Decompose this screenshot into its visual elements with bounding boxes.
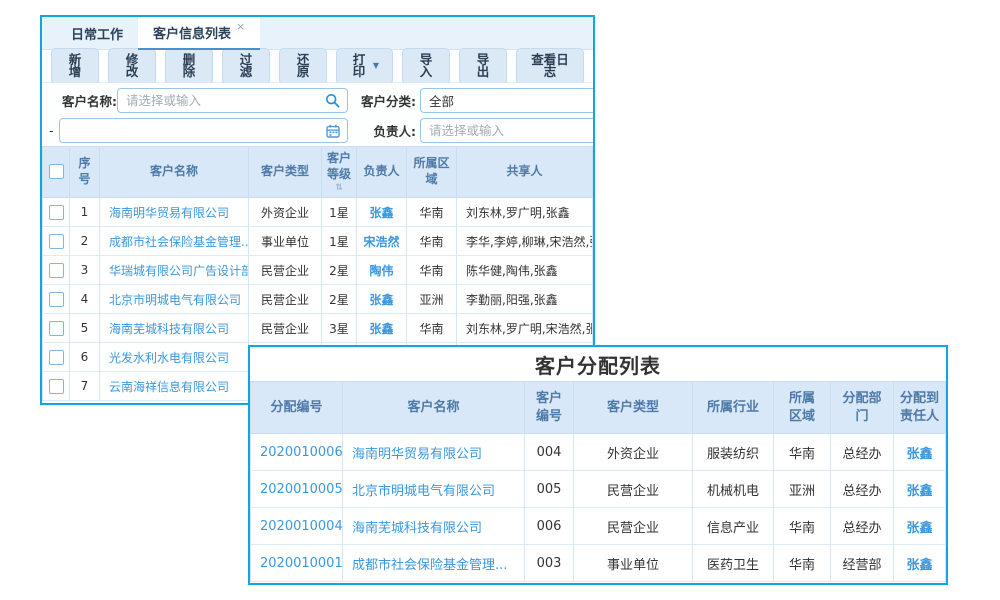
row-checkbox[interactable] (49, 321, 64, 336)
table-row: 2 成都市社会保险基金管理... 事业单位 1星 宋浩然 华南 李华,李婷,柳琳… (43, 227, 593, 256)
table-row: 2020010005 北京市明城电气有限公司 005 民营企业 机械机电 亚洲 … (251, 471, 946, 508)
person-link[interactable]: 张鑫 (906, 447, 932, 462)
customer-name-input[interactable] (118, 93, 347, 108)
table-row: 3 华瑞城有限公司广告设计部 民营企业 2星 陶伟 华南 陈华健,陶伟,张鑫 (43, 256, 593, 285)
col-customer-type: 客户类型 (574, 382, 693, 434)
customer-name-link[interactable]: 北京市明城电气有限公司 (109, 293, 241, 307)
date-input[interactable] (60, 123, 347, 138)
customer-name-link[interactable]: 成都市社会保险基金管理... (109, 235, 249, 249)
add-button[interactable]: 新增 (51, 48, 99, 85)
table-header-row: 序 号 客户名称 客户类型 客户 等级 ⇅ 负责人 所属区 域 共享人 (43, 147, 593, 198)
table-row: 4 北京市明城电气有限公司 民营企业 2星 张鑫 亚洲 李勤丽,阳强,张鑫 (43, 285, 593, 314)
tab-daily-work[interactable]: 日常工作 (56, 17, 138, 49)
col-region: 所属区 域 (407, 147, 457, 198)
tab-daily-work-label: 日常工作 (71, 24, 123, 43)
owner-label: 负责人: (322, 118, 416, 143)
col-customer-type: 客户类型 (249, 147, 322, 198)
alloc-id-link[interactable]: 2020010001 (260, 556, 343, 571)
owner-input-wrap (420, 118, 595, 143)
customer-category-select[interactable] (421, 93, 595, 108)
customer-name-input-wrap (117, 88, 348, 113)
customer-name-link[interactable]: 海南芜城科技有限公司 (109, 322, 229, 336)
table-row: 5 海南芜城科技有限公司 民营企业 3星 张鑫 华南 刘东林,罗广明,宋浩然,张… (43, 314, 593, 343)
owner-link[interactable]: 张鑫 (369, 322, 393, 336)
person-link[interactable]: 张鑫 (906, 484, 932, 499)
customer-name-link[interactable]: 海南明华贸易有限公司 (352, 447, 482, 462)
date-range-separator: - (49, 118, 54, 143)
customer-name-label: 客户名称: (62, 88, 117, 113)
caret-down-icon: ▼ (373, 62, 379, 70)
row-checkbox[interactable] (49, 234, 64, 249)
owner-link[interactable]: 宋浩然 (363, 235, 399, 249)
export-button[interactable]: 导出 (459, 48, 507, 85)
col-alloc-id: 分配编号 (251, 382, 343, 434)
col-customer-no: 客户 编号 (525, 382, 574, 434)
print-button[interactable]: 打印 ▼ (336, 48, 393, 85)
customer-category-label: 客户分类: (322, 88, 416, 113)
alloc-id-link[interactable]: 2020010005 (260, 482, 343, 497)
close-icon[interactable]: × (236, 20, 245, 33)
import-button[interactable]: 导入 (402, 48, 450, 85)
col-industry: 所属行业 (693, 382, 774, 434)
customer-name-link[interactable]: 华瑞城有限公司广告设计部 (109, 264, 249, 278)
col-customer-grade: 客户 等级 ⇅ (322, 147, 357, 198)
restore-button[interactable]: 还原 (279, 48, 327, 85)
select-all-checkbox[interactable] (49, 164, 64, 179)
col-shared: 共享人 (457, 147, 593, 198)
row-checkbox[interactable] (49, 350, 64, 365)
table-header-row: 分配编号 客户名称 客户 编号 客户类型 所属行业 所属 区域 分配部 门 分配… (251, 382, 946, 434)
row-checkbox[interactable] (49, 292, 64, 307)
customer-name-link[interactable]: 云南海祥信息有限公司 (109, 380, 229, 394)
select-all-header (43, 147, 70, 198)
col-dept: 分配部 门 (831, 382, 894, 434)
table-row: 2020010006 海南明华贸易有限公司 004 外资企业 服装纺织 华南 总… (251, 434, 946, 471)
tab-bar: 日常工作 客户信息列表 × (42, 17, 593, 50)
edit-button[interactable]: 修改 (108, 48, 156, 85)
tab-customer-info-list[interactable]: 客户信息列表 × (138, 17, 260, 50)
owner-link[interactable]: 陶伟 (369, 264, 393, 278)
row-checkbox[interactable] (49, 205, 64, 220)
owner-input[interactable] (421, 123, 595, 138)
owner-link[interactable]: 张鑫 (369, 293, 393, 307)
col-region: 所属 区域 (774, 382, 831, 434)
owner-link[interactable]: 张鑫 (369, 206, 393, 220)
customer-allocation-table: 分配编号 客户名称 客户 编号 客户类型 所属行业 所属 区域 分配部 门 分配… (250, 381, 946, 582)
delete-button[interactable]: 删除 (165, 48, 213, 85)
table-row: 2020010001 成都市社会保险基金管理... 003 事业单位 医药卫生 … (251, 545, 946, 582)
customer-name-link[interactable]: 北京市明城电气有限公司 (352, 484, 495, 499)
row-checkbox[interactable] (49, 263, 64, 278)
table-row: 2020010004 海南芜城科技有限公司 006 民营企业 信息产业 华南 总… (251, 508, 946, 545)
person-link[interactable]: 张鑫 (906, 558, 932, 573)
sort-icon[interactable]: ⇅ (323, 184, 355, 193)
row-checkbox[interactable] (49, 379, 64, 394)
filter-area: 客户名称: 客户分类: - (42, 83, 593, 146)
col-owner: 负责人 (357, 147, 407, 198)
col-no: 序 号 (70, 147, 100, 198)
customer-category-select-wrap (420, 88, 595, 113)
toolbar: 新增 修改 删除 过滤 还原 打印 ▼ 导入 导出 查看日志 (42, 50, 593, 83)
allocation-list-title: 客户分配列表 (250, 347, 946, 381)
col-person: 分配到 责任人 (894, 382, 946, 434)
person-link[interactable]: 张鑫 (906, 521, 932, 536)
alloc-id-link[interactable]: 2020010004 (260, 519, 343, 534)
customer-name-link[interactable]: 海南明华贸易有限公司 (109, 206, 229, 220)
customer-allocation-panel: 客户分配列表 分配编号 客户名称 客户 编号 客户类型 所属行业 所属 区域 分… (248, 345, 948, 585)
alloc-id-link[interactable]: 2020010006 (260, 445, 343, 460)
customer-name-link[interactable]: 光发水利水电有限公司 (109, 351, 229, 365)
date-input-wrap (59, 118, 348, 143)
filter-button[interactable]: 过滤 (222, 48, 270, 85)
view-log-button[interactable]: 查看日志 (516, 48, 584, 85)
customer-name-link[interactable]: 成都市社会保险基金管理... (352, 558, 507, 573)
col-customer-name: 客户名称 (100, 147, 249, 198)
customer-name-link[interactable]: 海南芜城科技有限公司 (352, 521, 482, 536)
col-customer-name: 客户名称 (343, 382, 525, 434)
table-row: 1 海南明华贸易有限公司 外资企业 1星 张鑫 华南 刘东林,罗广明,张鑫 (43, 198, 593, 227)
tab-customer-info-label: 客户信息列表 (153, 23, 231, 42)
